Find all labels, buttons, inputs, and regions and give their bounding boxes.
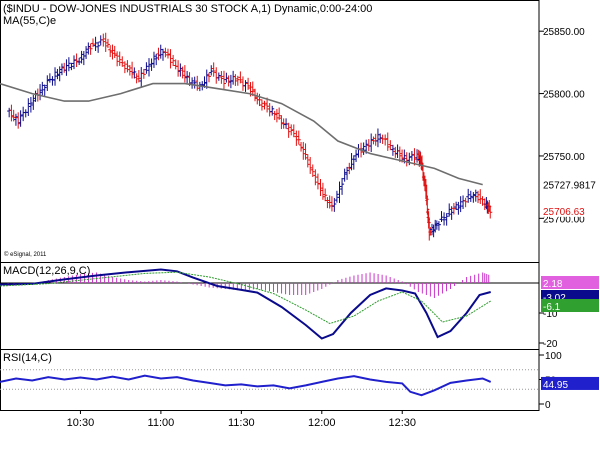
ma-label: MA(55,C)e xyxy=(3,15,56,27)
macd-y-tick-label: -20 xyxy=(543,339,558,350)
macd-hist-value-label: 2.18 xyxy=(543,279,563,290)
rsi-value-label: 44.95 xyxy=(543,380,568,391)
rsi-title: RSI(14,C) xyxy=(3,352,52,364)
rsi-y-tick-label: 0 xyxy=(545,400,551,411)
time-axis-label: 12:00 xyxy=(308,417,336,429)
macd-title: MACD(12,26,9,C) xyxy=(3,265,90,277)
esignal-watermark: © eSignal, 2011 xyxy=(4,251,47,258)
time-axis-label: 10:30 xyxy=(67,417,95,429)
chart-background xyxy=(0,0,600,450)
stock-chart: 25850.0025800.0025750.0025700.0025727.98… xyxy=(0,0,600,450)
macd-signal-value-label: -6.1 xyxy=(543,302,561,313)
ma-value-label: 25727.9817 xyxy=(543,181,596,192)
price-chart-title: ($INDU - DOW-JONES INDUSTRIALS 30 STOCK … xyxy=(3,3,372,15)
time-axis-label: 11:00 xyxy=(148,417,175,429)
time-axis-label: 12:30 xyxy=(388,417,416,429)
price-value-label: 25706.63 xyxy=(543,207,585,218)
rsi-y-tick-label: 100 xyxy=(545,351,562,362)
price-y-tick-label: 25850.00 xyxy=(543,27,585,38)
price-y-tick-label: 25800.00 xyxy=(543,90,585,101)
time-axis-label: 11:30 xyxy=(228,417,255,429)
price-y-tick-label: 25750.00 xyxy=(543,152,585,163)
